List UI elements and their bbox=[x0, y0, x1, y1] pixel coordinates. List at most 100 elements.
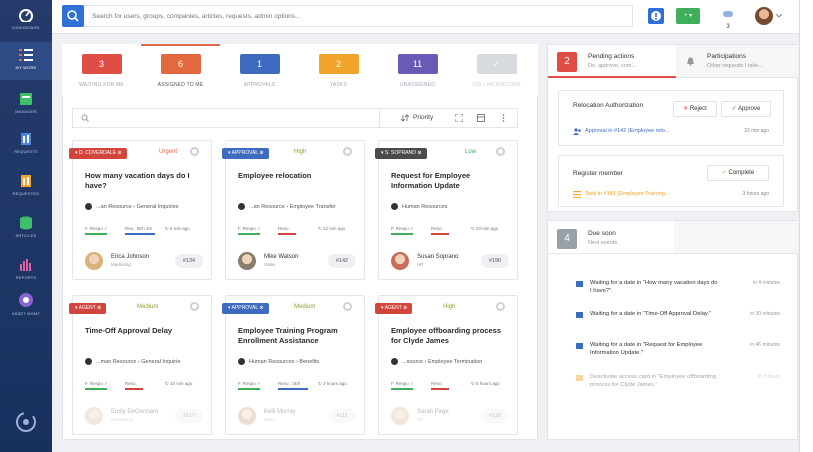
pending-item-time: 3 hours ago bbox=[742, 191, 769, 197]
tab-label: TASKS bbox=[329, 82, 348, 88]
tab-count: 11 bbox=[397, 54, 438, 74]
requester-department: HR bbox=[417, 417, 424, 422]
request-id[interactable]: #190 bbox=[481, 254, 509, 268]
tab-count: 1 bbox=[239, 54, 280, 74]
due-item-time: in 30 minutes bbox=[750, 311, 780, 317]
tab-participations[interactable]: Participations Other requests I take... bbox=[676, 45, 798, 78]
participations-subtitle: Other requests I take... bbox=[707, 63, 763, 69]
bell-icon bbox=[687, 57, 694, 66]
request-id[interactable]: #134 bbox=[175, 254, 203, 268]
tab-count: 6 bbox=[160, 54, 201, 74]
request-id[interactable]: #136 bbox=[481, 409, 509, 423]
tab-label: WAITING FOR ME bbox=[79, 82, 124, 88]
pending-item[interactable]: Register member ✓ Complete Task in #181 … bbox=[558, 155, 784, 207]
sidebar-item-requests[interactable]: REQUESTS bbox=[0, 132, 52, 154]
new-button[interactable]: + ▾ bbox=[676, 8, 700, 24]
due-subtitle: Next events bbox=[588, 240, 618, 246]
app-window: DASHBOARD MY WORK MANAGER REQUESTS REQUE… bbox=[0, 0, 800, 452]
search-input[interactable] bbox=[84, 5, 633, 27]
search-icon bbox=[67, 10, 79, 22]
sidebar-item-reports[interactable]: REPORTS bbox=[0, 258, 52, 280]
pending-item[interactable]: Relocation Authorization ✕ Reject ✓ Appr… bbox=[558, 90, 784, 146]
logo-icon bbox=[16, 412, 36, 432]
view-toggle-icon[interactable] bbox=[477, 114, 485, 122]
notifications[interactable]: 3 bbox=[722, 6, 734, 30]
requester-department: HR bbox=[417, 262, 424, 267]
tab-pending-actions[interactable]: 2 Pending actions Do, approve, com... bbox=[548, 45, 676, 78]
pending-title: Pending actions bbox=[588, 53, 635, 60]
search-button[interactable] bbox=[62, 5, 84, 27]
participations-title: Participations bbox=[707, 53, 747, 60]
request-id[interactable]: #111 bbox=[328, 409, 356, 423]
request-id[interactable]: #117 bbox=[175, 409, 203, 423]
avatar bbox=[391, 407, 409, 425]
card-footer: Erica Johnson Marketing #134 bbox=[73, 141, 213, 281]
due-item-time: in 46 minutes bbox=[750, 342, 780, 348]
tab-due-soon[interactable]: 4 Due soon Next events bbox=[548, 221, 674, 254]
request-card[interactable]: ▾ D. COVERDALE ⊗ Urgent How many vacation … bbox=[69, 140, 213, 281]
sidebar-item-manager[interactable]: MANAGER bbox=[0, 92, 52, 114]
request-card[interactable]: ▾ APPROVAL ⊗ High Employee relocation ...an… bbox=[222, 140, 365, 280]
tab-assigned-to-me[interactable]: 6 ASSIGNED TO ME bbox=[141, 44, 220, 96]
due-item-text: Waiting for a date in "Request for Emplo… bbox=[590, 342, 703, 356]
info-button[interactable] bbox=[648, 8, 664, 24]
complete-button[interactable]: ✓ Complete bbox=[707, 165, 769, 181]
expand-icon[interactable] bbox=[455, 114, 463, 122]
sidebar-item-asset-mgmt[interactable]: ASSET MGMT bbox=[0, 292, 52, 316]
tab-tasks[interactable]: 2 TASKS bbox=[299, 44, 378, 96]
due-item[interactable]: Deactivate access card in "Employee offb… bbox=[576, 373, 786, 397]
due-item[interactable]: Waiting for a date in "Time-Off Approval… bbox=[576, 310, 786, 334]
list-icon bbox=[19, 49, 33, 61]
due-count: 4 bbox=[557, 229, 577, 249]
due-item[interactable]: Waiting for a date in "Request for Emplo… bbox=[576, 341, 786, 365]
tab-count: ✓ bbox=[476, 54, 517, 74]
card-footer: Emily DeGennaro Operations #117 bbox=[73, 296, 213, 436]
sidebar-item-my-work[interactable]: MY WORK bbox=[0, 42, 52, 80]
due-item-text: Deactivate access card in "Employee offb… bbox=[590, 374, 717, 388]
due-item-time: in 3 hours bbox=[758, 374, 780, 380]
pending-count: 2 bbox=[557, 52, 577, 72]
request-card[interactable]: ▾ S. SOPRANO ⊗ Low Request for Employee In… bbox=[375, 140, 518, 280]
tab-bar: 3 WAITING FOR ME 6 ASSIGNED TO ME 1 APPROVALS… bbox=[62, 44, 538, 96]
avatar bbox=[391, 252, 409, 270]
request-card[interactable]: ▾ AGENT ⊗ High Employee offboarding proces… bbox=[375, 295, 518, 435]
task-list-icon bbox=[573, 191, 581, 198]
tab-label: APPROVALS bbox=[243, 82, 276, 88]
chat-icon bbox=[723, 11, 733, 17]
requester-department: Operations bbox=[111, 417, 134, 422]
reject-button[interactable]: ✕ Reject bbox=[673, 101, 717, 117]
calendar-icon bbox=[576, 343, 583, 349]
inbox-icon bbox=[20, 93, 32, 105]
sidebar-item-articles[interactable]: ARTICLES bbox=[0, 216, 52, 238]
tab-unassigned[interactable]: 11 UNASSIGNED bbox=[378, 44, 457, 96]
requester-name: Mike Watson bbox=[264, 254, 299, 260]
chevron-down-icon[interactable] bbox=[776, 14, 782, 18]
tab-approvals[interactable]: 1 APPROVALS bbox=[220, 44, 299, 96]
user-avatar[interactable] bbox=[755, 7, 773, 25]
filter-input[interactable] bbox=[77, 111, 375, 125]
tab-collaborations[interactable]: ✓ COLLABORATIONS bbox=[457, 44, 536, 96]
request-card[interactable]: ▾ AGENT ⊗ Medium Time-Off Approval Delay..… bbox=[69, 295, 213, 436]
due-soon-panel: 4 Due soon Next events Waiting for a dat… bbox=[547, 220, 798, 440]
sidebar-item-dashboard[interactable]: DASHBOARD bbox=[0, 8, 52, 30]
pending-item-title: Register member bbox=[573, 170, 623, 177]
calendar-icon bbox=[576, 375, 583, 381]
tab-waiting-for-me[interactable]: 3 WAITING FOR ME bbox=[62, 44, 141, 96]
sidebar-item-requested[interactable]: REQUESTED bbox=[0, 174, 52, 196]
filter-toolbar: Priority bbox=[72, 108, 518, 128]
requester-department: Marketing bbox=[111, 262, 131, 267]
tab-label: UNASSIGNED bbox=[399, 82, 436, 88]
requester-name: Sarah Page bbox=[417, 409, 449, 415]
sort-priority-button[interactable]: Priority bbox=[413, 114, 433, 121]
request-card[interactable]: ▾ APPROVAL ⊗ Medium Employee Training Prog… bbox=[222, 295, 365, 435]
asset-icon bbox=[19, 293, 33, 307]
tab-count: 2 bbox=[318, 54, 359, 74]
request-id[interactable]: #142 bbox=[328, 254, 356, 268]
more-icon[interactable] bbox=[502, 114, 505, 122]
due-item-text: Waiting for a date in "Time-Off Approval… bbox=[590, 311, 712, 317]
due-item[interactable]: Waiting for a date in "How many vacation… bbox=[576, 279, 786, 303]
gauge-icon bbox=[19, 9, 33, 22]
due-item-time: in 4 minutes bbox=[753, 280, 780, 286]
approve-button[interactable]: ✓ Approve bbox=[721, 101, 771, 117]
avatar bbox=[85, 252, 103, 270]
